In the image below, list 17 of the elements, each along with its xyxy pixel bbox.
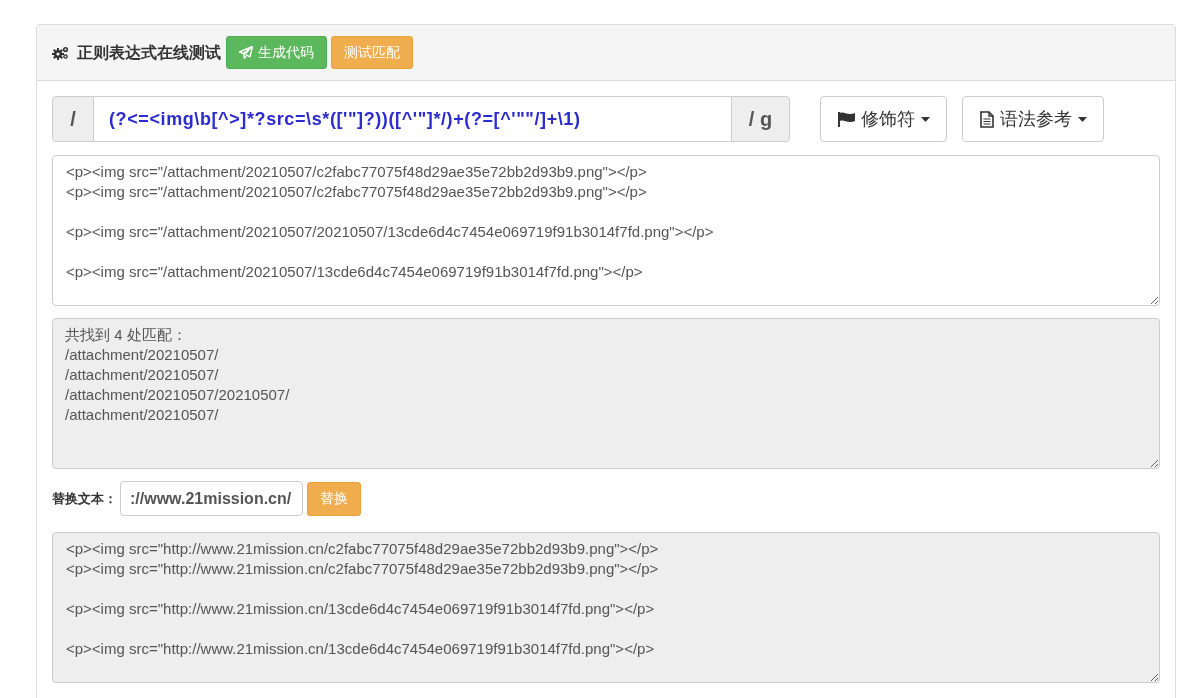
replace-result-field[interactable]: <p><img src="http://www.21mission.cn/c2fabc77075f48d29ae35e72bb2d93b9.png"></p> <p><img src="http://www.21mission.cn/c2fabc77075f48d29ae35e72bb2d93b9.png"></p> <p><img src="http://www.21mission.cn/13cde6d4c7454e069719f91b3014f7fd.png"></p> <p><img src="http://www.21mission.cn/13cde6d4c7454e069719f91b3014f7fd.png"></p> [52, 532, 1160, 683]
regex-flags-addon: / g [731, 96, 790, 142]
syntax-reference-dropdown-button[interactable]: 语法参考 [962, 96, 1104, 142]
page-title: 正则表达式在线测试 [77, 42, 221, 63]
flag-icon [837, 111, 855, 127]
match-result-field[interactable]: 共找到 4 处匹配： /attachment/20210507/ /attachment/20210507/ /attachment/20210507/20210507/ /attachment/20210507/ [52, 318, 1160, 469]
modifier-dropdown-button[interactable]: 修饰符 [820, 96, 947, 142]
test-text-field[interactable]: <p><img src="/attachment/20210507/c2fabc77075f48d29ae35e72bb2d93b9.png"></p> <p><img src="/attachment/20210507/c2fabc77075f48d29ae35e72bb2d93b9.png"></p> <p><img src="/attachment/20210507/20210507/13cde6d4c7454e069719f91b3014f7fd.png"></p> <p><img src="/attachment/20210507/13cde6d4c7454e069719f91b3014f7fd.png"></p> [52, 155, 1160, 306]
replace-text-label: 替换文本： [52, 489, 117, 508]
regex-prefix-addon: / [52, 96, 94, 142]
regex-input-field[interactable]: (?<=<img\b[^>]*?src=\s*(['"]?))([^'"]*/)+(?=[^'""/]+\1) [94, 96, 731, 142]
caret-icon [920, 116, 930, 122]
replace-text-input-field[interactable]: ://www.21mission.cn/ [120, 481, 303, 516]
caret-icon [1077, 116, 1087, 122]
document-icon [979, 110, 994, 128]
paper-plane-icon [239, 46, 253, 59]
gears-icon [52, 45, 69, 60]
